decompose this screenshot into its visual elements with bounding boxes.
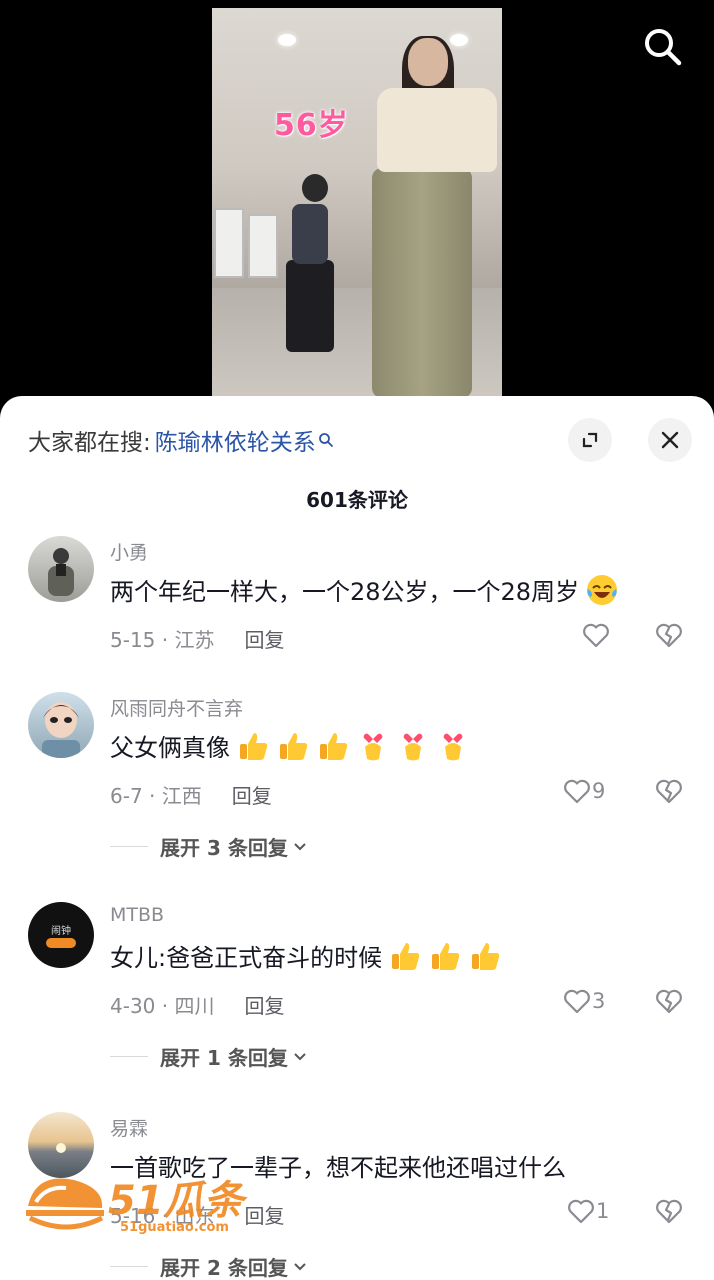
woman-jeans <box>372 168 472 398</box>
expand-replies-label: 展开 1 条回复 <box>160 1046 288 1070</box>
thumbs-up-emoji <box>392 942 420 970</box>
broken-heart-icon[interactable] <box>654 776 684 806</box>
comment-count: 601条评论 <box>306 488 408 512</box>
thumbs-up-emoji <box>280 732 308 760</box>
comment-username[interactable]: MTBB <box>110 904 164 926</box>
close-button[interactable] <box>648 418 692 462</box>
expand-replies-button[interactable]: 展开 2 条回复 <box>110 1252 308 1280</box>
comment-meta: 4-30 · 四川 回复 <box>110 990 284 1019</box>
heart-icon <box>568 1199 594 1224</box>
comment-text-body: 女儿:爸爸正式奋斗的时候 <box>110 944 383 972</box>
video-player[interactable]: 56岁 <box>0 0 714 420</box>
watermark-brand: 51瓜条 <box>108 1178 244 1224</box>
broken-heart-icon[interactable] <box>654 986 684 1016</box>
chevron-down-icon <box>294 1052 306 1060</box>
avatar-text: 闹钟 <box>51 926 71 937</box>
divider-line <box>110 846 148 847</box>
comment-text-body: 两个年纪一样大，一个28公岁，一个28周岁 <box>110 578 580 606</box>
trending-search-query[interactable]: 陈瑜林依轮关系 <box>155 423 316 457</box>
watermark-logo: 51瓜条 51guatiao.com <box>24 1166 254 1240</box>
laugh-cry-emoji <box>587 574 618 605</box>
thumbs-up-emoji <box>472 942 500 970</box>
comment-date-location: 6-7 · 江西 <box>110 784 202 808</box>
reply-button[interactable]: 回复 <box>244 990 284 1019</box>
like-count: 3 <box>592 989 606 1013</box>
heart-icon <box>583 623 609 648</box>
wall-art <box>248 214 278 278</box>
broken-heart-icon[interactable] <box>654 620 684 650</box>
reply-button[interactable]: 回复 <box>232 780 272 809</box>
comment-text: 父女俩真像 <box>110 728 470 763</box>
search-icon <box>318 433 333 447</box>
broken-heart-icon[interactable] <box>654 1196 684 1226</box>
comment-text: 女儿:爸爸正式奋斗的时候 <box>110 938 502 973</box>
avatar[interactable] <box>28 692 94 758</box>
chevron-down-icon <box>294 1262 306 1270</box>
thumbs-up-emoji <box>320 732 348 760</box>
heart-icon <box>564 989 590 1014</box>
comment-date-location: 4-30 · 四川 <box>110 994 215 1018</box>
finger-heart-emoji <box>403 733 423 760</box>
comment-text-body: 父女俩真像 <box>110 734 230 762</box>
finger-heart-emoji <box>443 733 463 760</box>
comment-meta: 6-7 · 江西 回复 <box>110 780 272 809</box>
like-button[interactable]: 3 <box>562 986 605 1016</box>
like-button[interactable]: 9 <box>562 776 605 806</box>
comment-username[interactable]: 易霖 <box>110 1114 148 1141</box>
ceiling-light <box>450 34 468 46</box>
video-caption-age: 56岁 <box>274 108 349 143</box>
comment-date-location: 5-15 · 江苏 <box>110 628 215 652</box>
thumbs-up-emoji <box>432 942 460 970</box>
comment-username[interactable]: 风雨同舟不言弃 <box>110 694 243 721</box>
comment-text: 两个年纪一样大，一个28公岁，一个28周岁 <box>110 572 619 607</box>
divider-line <box>110 1056 148 1057</box>
chevron-down-icon <box>294 842 306 850</box>
like-count: 9 <box>592 779 606 803</box>
search-button[interactable] <box>640 24 684 68</box>
watermark-url: 51guatiao.com <box>120 1220 229 1235</box>
expand-replies-button[interactable]: 展开 3 条回复 <box>110 832 308 861</box>
avatar[interactable] <box>28 536 94 602</box>
avatar-image <box>48 548 74 596</box>
expand-panel-button[interactable] <box>568 418 612 462</box>
ceiling-light <box>278 34 296 46</box>
video-frame <box>212 8 502 408</box>
trending-search-banner[interactable]: 大家都在搜: 陈瑜林依轮关系 <box>28 420 334 460</box>
dancing-man-head <box>302 174 328 202</box>
search-icon <box>645 29 682 66</box>
woman-head <box>408 38 448 86</box>
finger-heart-emoji <box>363 733 383 760</box>
expand-replies-label: 展开 3 条回复 <box>160 836 288 860</box>
comment-meta: 5-15 · 江苏 回复 <box>110 624 284 653</box>
like-count: 1 <box>596 1199 610 1223</box>
expand-replies-button[interactable]: 展开 1 条回复 <box>110 1042 308 1071</box>
dancing-man-torso <box>292 204 328 264</box>
thumbs-up-emoji <box>240 732 268 760</box>
comment-username[interactable]: 小勇 <box>110 538 148 565</box>
expand-icon <box>582 432 598 448</box>
trending-search-prefix: 大家都在搜: <box>28 430 151 456</box>
dancing-man <box>286 260 334 352</box>
close-icon <box>661 431 679 449</box>
avatar[interactable]: 闹钟 <box>28 902 94 968</box>
avatar-badge <box>46 938 76 948</box>
avatar-image <box>42 702 80 758</box>
like-button[interactable] <box>581 620 611 650</box>
woman-sweater <box>377 88 497 172</box>
like-button[interactable]: 1 <box>566 1196 609 1226</box>
reply-button[interactable]: 回复 <box>244 624 284 653</box>
comments-panel: 大家都在搜: 陈瑜林依轮关系 601条评论 小勇 两个年纪一样大，一个28公岁，… <box>0 396 714 1280</box>
wall-art <box>214 208 244 278</box>
expand-replies-label: 展开 2 条回复 <box>160 1256 288 1280</box>
divider-line <box>110 1266 148 1267</box>
heart-icon <box>564 779 590 804</box>
